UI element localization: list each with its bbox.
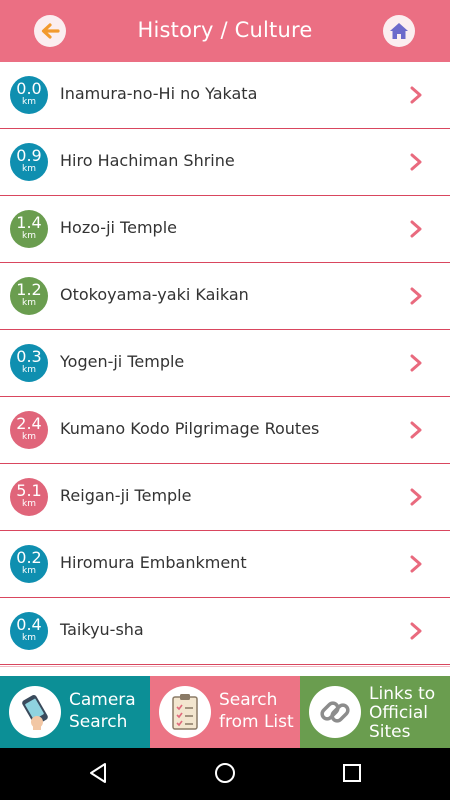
- system-nav-bar: [0, 748, 450, 800]
- site-name: Hozo-ji Temple: [60, 218, 177, 237]
- chevron-right-icon: [410, 622, 422, 640]
- nav-home-icon[interactable]: [214, 762, 236, 784]
- distance-unit: km: [22, 231, 36, 241]
- links-official-sites-button[interactable]: Links to Official Sites: [300, 676, 450, 748]
- chevron-right-icon: [410, 220, 422, 238]
- site-name: Otokoyama-yaki Kaikan: [60, 285, 249, 304]
- list-item[interactable]: 2.4 km Kumano Kodo Pilgrimage Routes: [0, 397, 450, 464]
- link-icon: [309, 686, 361, 738]
- site-name: Hiromura Embankment: [60, 553, 247, 572]
- distance-badge: 1.4 km: [10, 210, 48, 248]
- site-name: Inamura-no-Hi no Yakata: [60, 84, 258, 103]
- list-item[interactable]: 1.2 km Otokoyama-yaki Kaikan: [0, 263, 450, 330]
- chevron-right-icon: [410, 153, 422, 171]
- distance-badge: 2.4 km: [10, 411, 48, 449]
- distance-value: 0.2: [16, 548, 42, 567]
- list-item[interactable]: 0.0 km Inamura-no-Hi no Yakata: [0, 62, 450, 129]
- distance-unit: km: [22, 365, 36, 375]
- distance-badge: 0.0 km: [10, 76, 48, 114]
- distance-value: 1.2: [16, 280, 42, 299]
- list-item[interactable]: 0.4 km Taikyu-sha: [0, 598, 450, 665]
- distance-badge: 1.2 km: [10, 277, 48, 315]
- list-item[interactable]: 5.1 km Reigan-ji Temple: [0, 464, 450, 531]
- nav-back-icon[interactable]: [88, 762, 108, 784]
- chevron-right-icon: [410, 488, 422, 506]
- chevron-right-icon: [410, 555, 422, 573]
- site-name: Hiro Hachiman Shrine: [60, 151, 235, 170]
- distance-value: 0.0: [16, 79, 42, 98]
- site-name: Reigan-ji Temple: [60, 486, 192, 505]
- distance-unit: km: [22, 164, 36, 174]
- search-from-list-button[interactable]: Search from List: [150, 676, 300, 748]
- distance-unit: km: [22, 298, 36, 308]
- home-button[interactable]: [383, 15, 415, 47]
- chevron-right-icon: [410, 421, 422, 439]
- distance-value: 1.4: [16, 213, 42, 232]
- list-item[interactable]: 0.3 km Yogen-ji Temple: [0, 330, 450, 397]
- distance-badge: 5.1 km: [10, 478, 48, 516]
- distance-value: 2.4: [16, 414, 42, 433]
- distance-value: 5.1: [16, 481, 42, 500]
- distance-badge: 0.2 km: [10, 545, 48, 583]
- site-name: Yogen-ji Temple: [60, 352, 185, 371]
- links-official-sites-label: Links to Official Sites: [369, 684, 436, 742]
- chevron-right-icon: [410, 287, 422, 305]
- distance-unit: km: [22, 633, 36, 643]
- distance-unit: km: [22, 97, 36, 107]
- list-item[interactable]: 1.4 km Hozo-ji Temple: [0, 196, 450, 263]
- search-from-list-label: Search from List: [219, 690, 294, 732]
- checklist-icon: [159, 686, 211, 738]
- distance-unit: km: [22, 432, 36, 442]
- home-icon: [390, 23, 408, 39]
- chevron-right-icon: [410, 86, 422, 104]
- app-header: History / Culture: [0, 0, 450, 62]
- distance-value: 0.4: [16, 615, 42, 634]
- chevron-right-icon: [410, 354, 422, 372]
- site-name: Taikyu-sha: [60, 620, 144, 639]
- camera-search-label: Camera Search: [69, 690, 136, 732]
- distance-badge: 0.9 km: [10, 143, 48, 181]
- distance-value: 0.9: [16, 146, 42, 165]
- bottom-tab-bar: Camera Search Search from List Links to: [0, 676, 450, 748]
- distance-unit: km: [22, 566, 36, 576]
- distance-unit: km: [22, 499, 36, 509]
- distance-badge: 0.4 km: [10, 612, 48, 650]
- camera-phone-icon: [9, 686, 61, 738]
- distance-value: 0.3: [16, 347, 42, 366]
- site-list: 0.0 km Inamura-no-Hi no Yakata 0.9 km Hi…: [0, 62, 450, 665]
- list-item[interactable]: 0.9 km Hiro Hachiman Shrine: [0, 129, 450, 196]
- list-item[interactable]: 0.2 km Hiromura Embankment: [0, 531, 450, 598]
- camera-search-button[interactable]: Camera Search: [0, 676, 150, 748]
- distance-badge: 0.3 km: [10, 344, 48, 382]
- site-name: Kumano Kodo Pilgrimage Routes: [60, 419, 320, 438]
- nav-recents-icon[interactable]: [342, 762, 362, 784]
